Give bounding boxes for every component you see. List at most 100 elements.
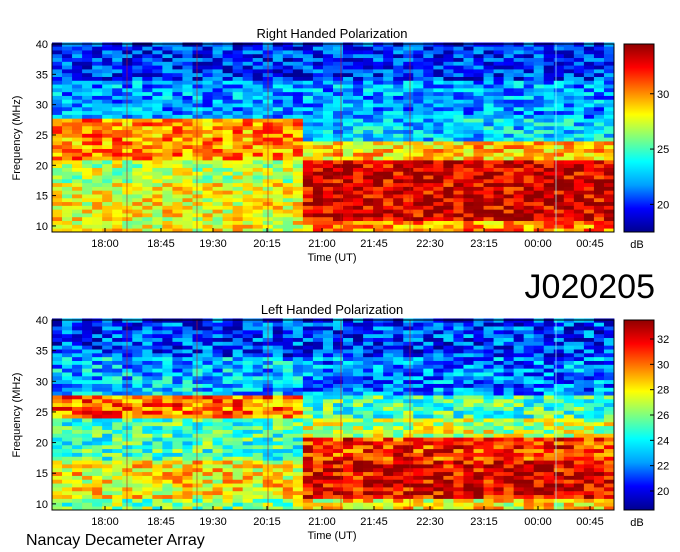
- heatmap-cell: [433, 220, 444, 225]
- heatmap-cell: [142, 383, 153, 388]
- heatmap-cell: [252, 110, 264, 115]
- heatmap-cell: [202, 360, 213, 365]
- heatmap-cell: [302, 186, 314, 191]
- heatmap-cell: [272, 379, 284, 384]
- heatmap-cell: [413, 186, 424, 191]
- heatmap-cell: [333, 178, 344, 184]
- heatmap-cell: [583, 144, 595, 149]
- heatmap-cell: [593, 103, 605, 108]
- heatmap-cell: [132, 190, 143, 195]
- heatmap-cell: [443, 201, 454, 206]
- heatmap-cell: [433, 456, 444, 461]
- heatmap-cell: [453, 318, 464, 323]
- heatmap-cell: [132, 479, 143, 484]
- heatmap-cell: [322, 186, 334, 191]
- heatmap-cell: [192, 487, 203, 492]
- heatmap-cell: [282, 122, 294, 127]
- heatmap-cell: [52, 129, 63, 134]
- heatmap-cell: [112, 502, 123, 507]
- heatmap-cell: [62, 57, 73, 62]
- heatmap-cell: [403, 483, 414, 488]
- heatmap-cell: [363, 99, 374, 104]
- x-tick-label: 18:45: [147, 238, 175, 250]
- heatmap-cell: [292, 76, 304, 81]
- heatmap-cell: [333, 205, 344, 210]
- heatmap-cell: [553, 103, 565, 108]
- heatmap-cell: [312, 337, 324, 342]
- heatmap-cell: [192, 490, 203, 496]
- heatmap-cell: [152, 391, 163, 396]
- heatmap-cell: [82, 213, 93, 218]
- heatmap-cell: [483, 175, 494, 180]
- heatmap-cell: [433, 391, 444, 396]
- heatmap-cell: [112, 387, 123, 392]
- heatmap-cell: [363, 425, 374, 430]
- heatmap-cell: [312, 464, 324, 469]
- heatmap-cell: [373, 194, 384, 199]
- heatmap-cell: [513, 129, 525, 134]
- heatmap-cell: [443, 53, 454, 59]
- heatmap-cell: [132, 437, 143, 442]
- heatmap-cell: [593, 114, 605, 119]
- heatmap-cell: [363, 379, 374, 384]
- heatmap-cell: [413, 171, 424, 176]
- heatmap-cell: [563, 110, 575, 115]
- heatmap-cell: [252, 406, 264, 411]
- heatmap-cell: [563, 80, 575, 85]
- heatmap-cell: [543, 61, 555, 66]
- heatmap-cell: [363, 205, 374, 210]
- heatmap-cell: [202, 471, 213, 476]
- heatmap-cell: [282, 494, 294, 499]
- heatmap-cell: [92, 326, 103, 331]
- heatmap-cell: [483, 197, 494, 203]
- heatmap-cell: [483, 160, 494, 165]
- heatmap-cell: [383, 391, 394, 396]
- heatmap-cell: [142, 360, 153, 365]
- heatmap-cell: [282, 148, 294, 153]
- heatmap-cell: [312, 341, 324, 346]
- heatmap-cell: [423, 129, 434, 134]
- heatmap-cell: [553, 53, 565, 59]
- heatmap-cell: [353, 201, 364, 206]
- heatmap-cell: [152, 337, 163, 342]
- heatmap-cell: [393, 418, 404, 423]
- heatmap-cell: [463, 118, 474, 123]
- heatmap-cell: [72, 171, 83, 176]
- heatmap-cell: [272, 91, 284, 96]
- heatmap-cell: [72, 425, 83, 430]
- heatmap-cell: [333, 414, 344, 419]
- heatmap-cell: [212, 398, 224, 404]
- heatmap-cell: [383, 103, 394, 108]
- heatmap-cell: [72, 487, 83, 492]
- heatmap-cell: [533, 122, 545, 127]
- heatmap-cell: [353, 471, 364, 476]
- heatmap-cell: [363, 46, 374, 51]
- heatmap-cell: [162, 171, 173, 176]
- heatmap-cell: [423, 87, 434, 93]
- heatmap-cell: [603, 182, 615, 187]
- heatmap-cell: [232, 318, 244, 323]
- heatmap-cell: [302, 421, 314, 427]
- heatmap-cell: [523, 91, 535, 96]
- heatmap-cell: [62, 50, 73, 55]
- heatmap-cell: [403, 368, 414, 373]
- heatmap-cell: [92, 479, 103, 484]
- heatmap-cell: [132, 329, 143, 335]
- heatmap-cell: [333, 383, 344, 388]
- heatmap-cell: [182, 50, 193, 55]
- heatmap-cell: [603, 194, 615, 199]
- heatmap-cell: [353, 391, 364, 396]
- heatmap-cell: [543, 42, 555, 47]
- heatmap-cell: [142, 406, 153, 411]
- heatmap-cell: [553, 84, 565, 89]
- heatmap-cell: [443, 372, 454, 377]
- heatmap-cell: [202, 479, 213, 484]
- heatmap-cell: [593, 118, 605, 123]
- heatmap-cell: [423, 167, 434, 172]
- heatmap-cell: [62, 398, 73, 404]
- heatmap-cell: [373, 349, 384, 354]
- heatmap-cell: [272, 364, 284, 369]
- heatmap-cell: [443, 220, 454, 225]
- heatmap-cell: [393, 103, 404, 108]
- heatmap-cell: [112, 72, 123, 77]
